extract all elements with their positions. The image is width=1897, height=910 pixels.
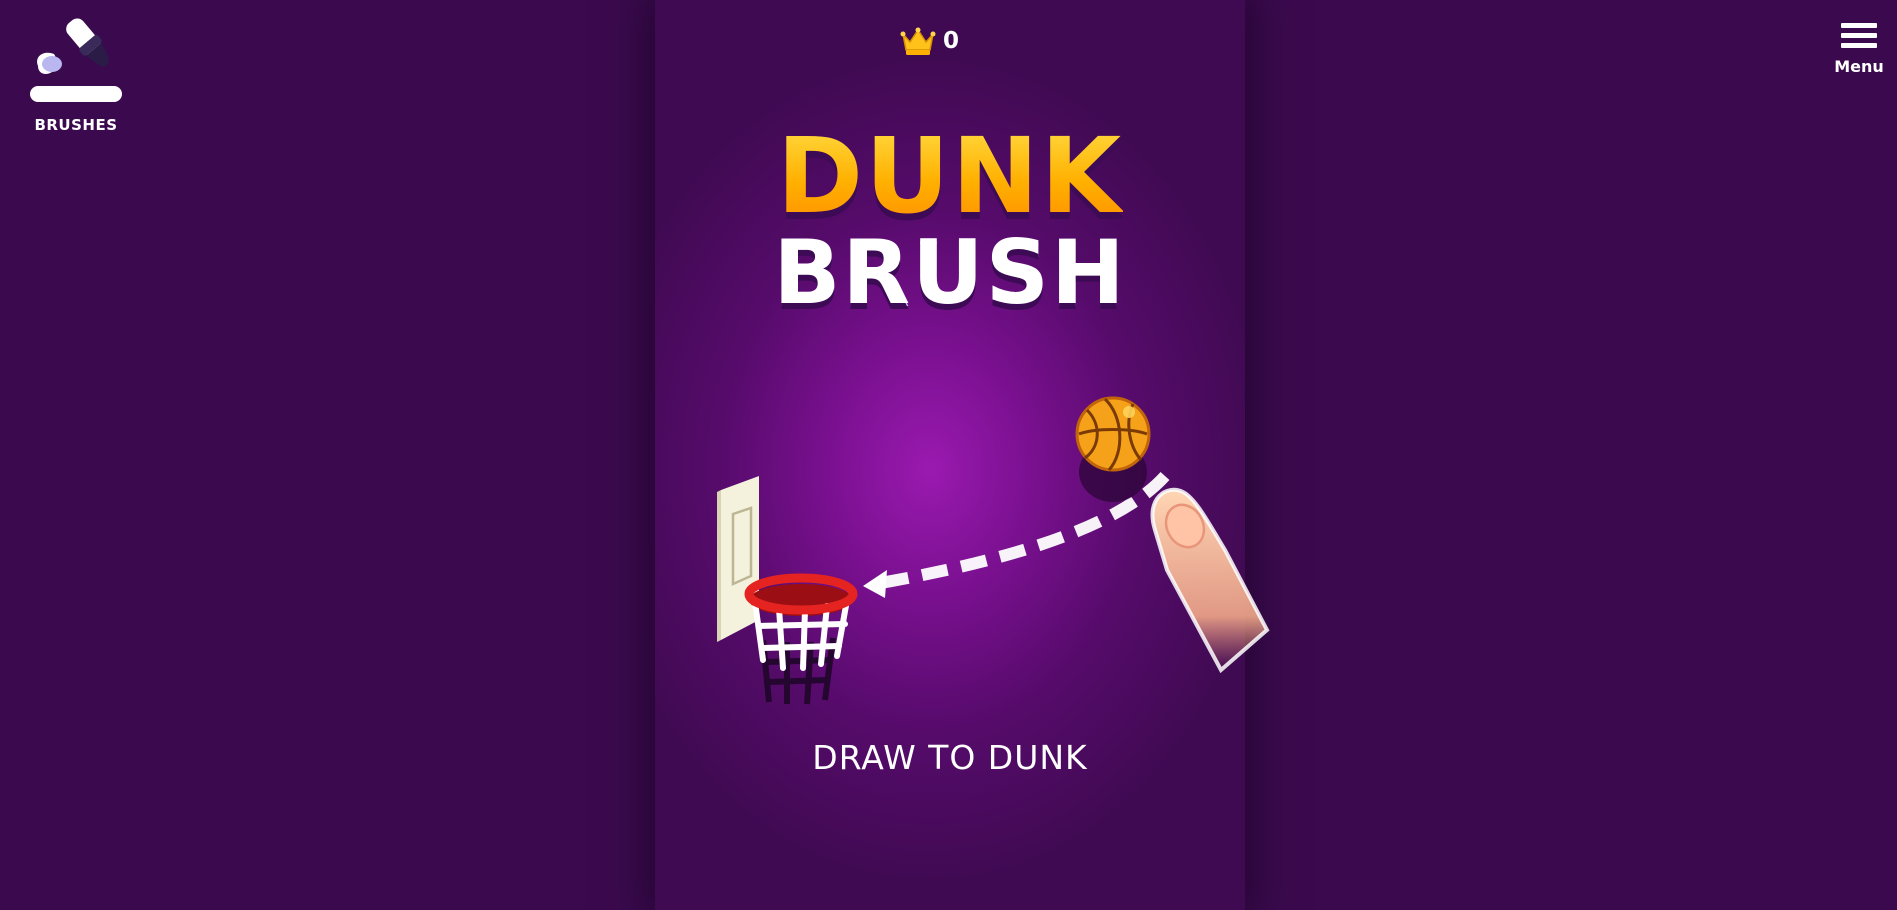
menu-label: Menu [1834,57,1884,76]
crown-icon [900,27,936,55]
hamburger-icon [1826,20,1892,54]
basketball-hoop [744,573,858,671]
backboard [717,476,759,642]
score-display: 0 [900,24,1000,60]
title-brush: BRUSH [773,221,1127,324]
score-value: 0 [943,28,960,54]
menu-button[interactable]: Menu [1826,20,1892,82]
title-dunk: DUNK [776,115,1124,237]
brushes-label: BRUSHES [34,116,118,134]
game-screen: BRUSHES Menu 0 DUNK BRUSH DRAW TO DUNK [0,0,1897,910]
finger-pointer-icon [1150,487,1270,674]
tutorial-scene [717,396,1270,705]
instruction-text: DRAW TO DUNK [812,738,1088,777]
paintbrush-icon [30,18,122,102]
basketball [1075,396,1151,472]
brushes-button[interactable]: BRUSHES [24,16,128,136]
